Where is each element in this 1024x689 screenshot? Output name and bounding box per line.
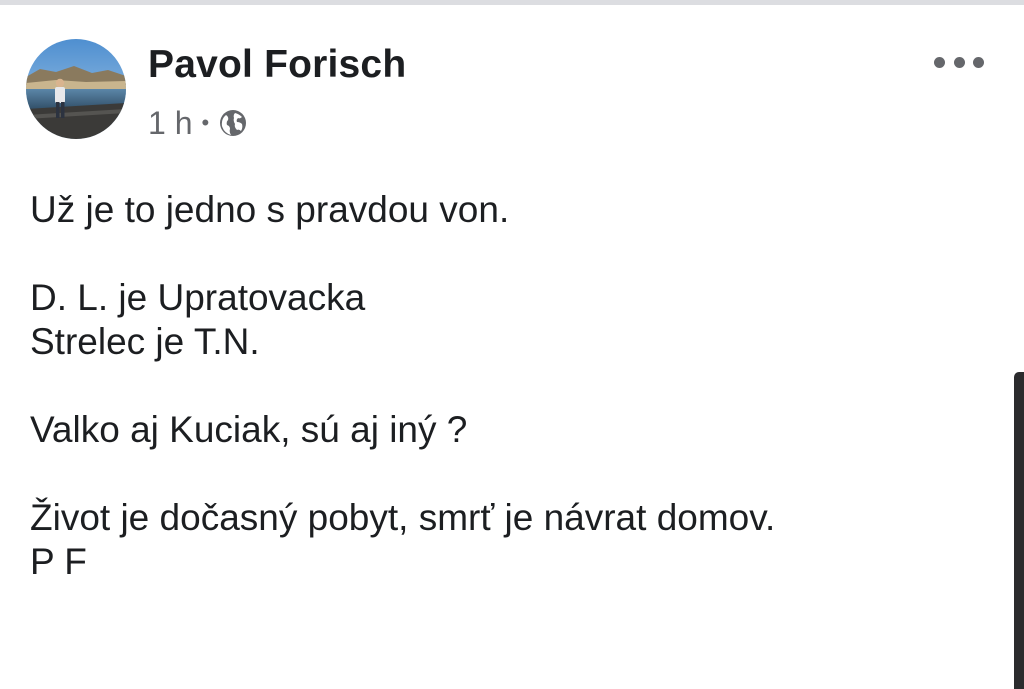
post-text: Už je to jedno s pravdou von. D. L. je U…	[30, 188, 990, 584]
more-horizontal-icon-dot	[953, 56, 965, 68]
more-horizontal-icon-dot	[973, 56, 984, 68]
post-line: P F	[30, 541, 87, 582]
more-horizontal-icon-dot	[934, 56, 945, 68]
post-line-empty	[30, 452, 990, 496]
post-line-empty	[30, 232, 990, 276]
avatar[interactable]	[26, 39, 126, 139]
scrollbar[interactable]	[1014, 372, 1024, 689]
post-meta: 1 h •	[148, 103, 248, 143]
post-line: D. L. je Upratovacka	[30, 277, 366, 318]
post-line: Strelec je T.N.	[30, 321, 260, 362]
globe-icon[interactable]	[218, 108, 248, 138]
author-name[interactable]: Pavol Forisch	[148, 43, 406, 87]
post-line: Už je to jedno s pravdou von.	[30, 189, 510, 230]
post-line-empty	[30, 364, 990, 408]
more-options-button[interactable]	[934, 47, 984, 77]
meta-separator: •	[201, 110, 210, 135]
post-line: Život je dočasný pobyt, smrť je návrat d…	[30, 497, 776, 538]
post-line: Valko aj Kuciak, sú aj iný ?	[30, 409, 468, 450]
avatar-photo	[26, 39, 126, 139]
post-timestamp[interactable]: 1 h	[148, 105, 192, 142]
post-card: Pavol Forisch 1 h • Už je to jedno s pra…	[0, 5, 1024, 689]
